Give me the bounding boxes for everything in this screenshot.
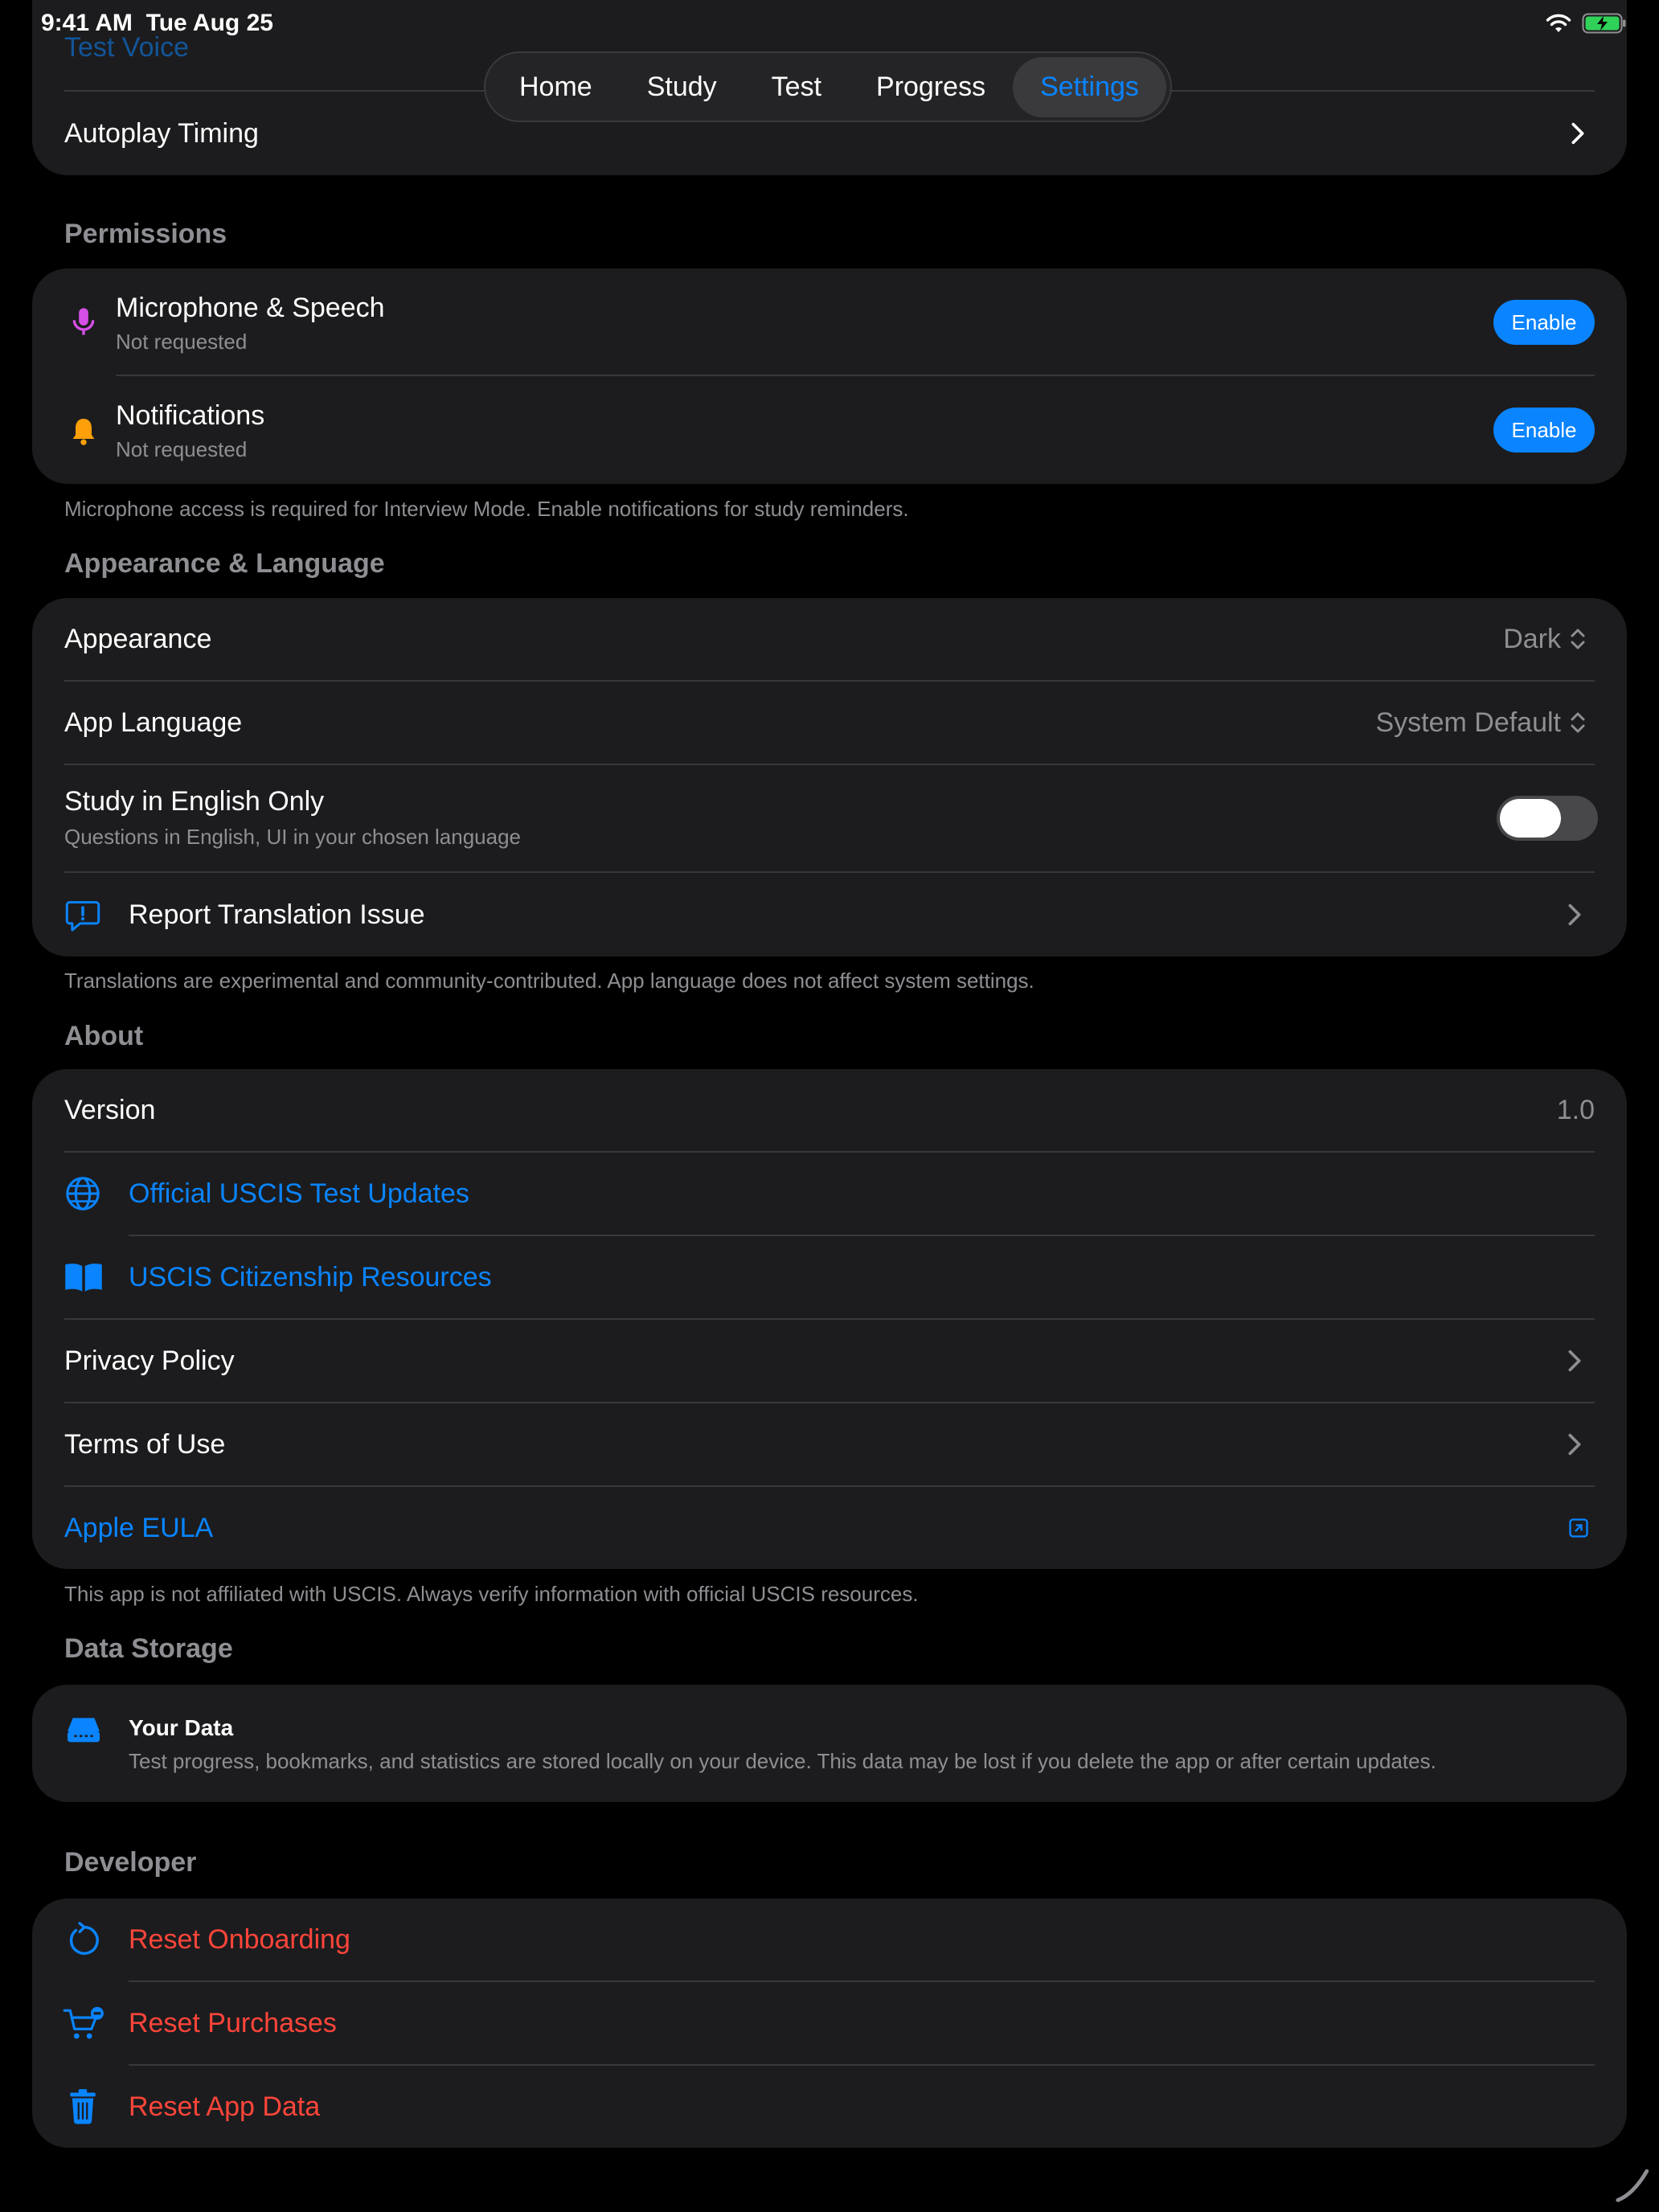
apple-eula-link[interactable]: Apple EULA (64, 1513, 213, 1544)
restart-icon (69, 1922, 99, 1955)
enable-microphone-button[interactable]: Enable (1493, 300, 1595, 345)
chevron-up-down-icon (1571, 629, 1585, 649)
external-link-icon (1569, 1518, 1588, 1538)
report-translation-row[interactable]: Report Translation Issue (32, 873, 1627, 956)
privacy-policy-label: Privacy Policy (64, 1345, 235, 1376)
tab-home[interactable]: Home (492, 57, 620, 117)
notifications-row: Notifications Not requested Enable (32, 376, 1627, 484)
appearance-footer: Translations are experimental and commun… (64, 969, 1034, 993)
appearance-value: Dark (1503, 623, 1561, 654)
chevron-right-icon (1571, 122, 1584, 145)
chevron-right-icon (1568, 1350, 1581, 1372)
status-clock: 9:41 AM (41, 10, 133, 36)
your-data-description: Test progress, bookmarks, and statistics… (129, 1749, 1436, 1773)
permissions-footer: Microphone access is required for Interv… (64, 497, 909, 521)
microphone-status: Not requested (116, 330, 248, 354)
chevron-right-icon (1568, 1433, 1581, 1456)
apple-eula-row[interactable]: Apple EULA (32, 1487, 1627, 1569)
app-language-row[interactable]: App Language System Default (32, 682, 1627, 764)
microphone-row: Microphone & Speech Not requested Enable (32, 268, 1627, 375)
your-data-title: Your Data (129, 1715, 234, 1740)
exclamation-bubble-icon (65, 901, 100, 932)
tab-settings[interactable]: Settings (1013, 56, 1166, 117)
status-time: 9:41 AM Tue Aug 25 (41, 10, 273, 37)
about-card: Version 1.0 Official USCIS Test Updates … (32, 1069, 1627, 1569)
status-date: Tue Aug 25 (145, 10, 273, 36)
developer-card: Reset Onboarding Reset Purchases Reset A… (32, 1899, 1627, 2148)
citizenship-resources-link[interactable]: USCIS Citizenship Resources (129, 1262, 492, 1293)
terms-of-use-label: Terms of Use (64, 1428, 226, 1460)
drive-icon (68, 1718, 100, 1743)
english-only-label: Study in English Only (64, 786, 325, 817)
appearance-picker[interactable]: Dark (1503, 624, 1587, 655)
report-translation-label: Report Translation Issue (129, 899, 425, 930)
app-language-label: App Language (64, 707, 243, 738)
notifications-status: Not requested (116, 437, 248, 461)
microphone-icon (72, 308, 95, 335)
chevron-up-down-icon (1571, 712, 1585, 733)
english-only-row: Study in English Only Questions in Engli… (32, 765, 1627, 871)
cart-remove-icon (63, 2006, 104, 2039)
status-bar: 9:41 AM Tue Aug 25 (0, 0, 1659, 48)
version-label: Version (64, 1094, 156, 1125)
reset-app-data-label: Reset App Data (129, 2091, 321, 2122)
official-updates-row[interactable]: Official USCIS Test Updates (32, 1153, 1627, 1235)
tab-test[interactable]: Test (744, 57, 849, 117)
toggle-knob (1500, 799, 1561, 838)
bell-icon (72, 419, 95, 445)
official-updates-link[interactable]: Official USCIS Test Updates (129, 1178, 469, 1210)
data-storage-card: Your Data Test progress, bookmarks, and … (32, 1685, 1627, 1802)
reset-purchases-label: Reset Purchases (129, 2007, 337, 2038)
reset-purchases-row[interactable]: Reset Purchases (32, 1982, 1627, 2064)
book-icon (65, 1264, 102, 1292)
reset-onboarding-row[interactable]: Reset Onboarding (32, 1899, 1627, 1981)
wifi-icon (1546, 14, 1571, 32)
developer-section-title: Developer (64, 1847, 197, 1878)
reset-app-data-row[interactable]: Reset App Data (32, 2066, 1627, 2148)
english-only-subtitle: Questions in English, UI in your chosen … (64, 825, 522, 849)
english-only-toggle[interactable] (1497, 796, 1598, 841)
status-icons (1545, 13, 1627, 34)
chevron-right-icon (1568, 903, 1581, 926)
trash-icon (70, 2089, 96, 2124)
autoplay-timing-label: Autoplay Timing (64, 117, 259, 149)
notifications-label: Notifications (116, 400, 265, 431)
version-value: 1.0 (1556, 1094, 1595, 1125)
appearance-section-title: Appearance & Language (64, 548, 385, 579)
reset-onboarding-label: Reset Onboarding (129, 1923, 350, 1955)
appearance-row[interactable]: Appearance Dark (32, 598, 1627, 680)
permissions-section-title: Permissions (64, 219, 227, 249)
appearance-label: Appearance (64, 623, 212, 654)
about-section-title: About (64, 1021, 144, 1051)
privacy-policy-row[interactable]: Privacy Policy (32, 1320, 1627, 1402)
globe-icon (66, 1177, 100, 1210)
terms-of-use-row[interactable]: Terms of Use (32, 1403, 1627, 1485)
app-language-value: System Default (1375, 707, 1561, 738)
data-storage-section-title: Data Storage (64, 1633, 233, 1664)
tab-progress[interactable]: Progress (849, 57, 1013, 117)
tab-bar: Home Study Test Progress Settings (484, 51, 1172, 122)
app-language-picker[interactable]: System Default (1375, 707, 1587, 739)
tab-study[interactable]: Study (620, 57, 744, 117)
enable-notifications-button[interactable]: Enable (1493, 408, 1595, 453)
microphone-label: Microphone & Speech (116, 293, 385, 323)
permissions-card: Microphone & Speech Not requested Enable… (32, 268, 1627, 484)
resources-row[interactable]: USCIS Citizenship Resources (32, 1236, 1627, 1318)
about-footer: This app is not affiliated with USCIS. A… (64, 1582, 919, 1606)
battery-charging-icon (1582, 13, 1626, 34)
appearance-card: Appearance Dark App Language System Defa… (32, 598, 1627, 956)
scroll-indicator (1616, 2169, 1649, 2202)
version-row: Version 1.0 (32, 1069, 1627, 1151)
